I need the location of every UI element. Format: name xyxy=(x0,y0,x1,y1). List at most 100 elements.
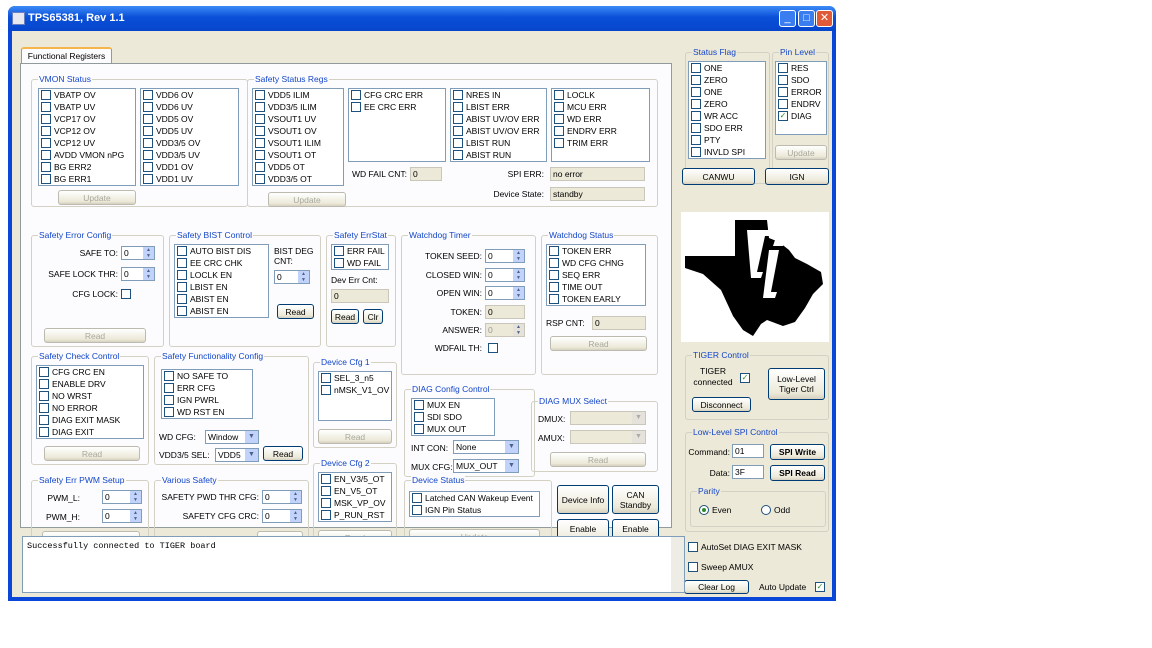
list-item-checkbox[interactable]: P_RUN_RST xyxy=(321,510,385,521)
list-item-checkbox[interactable]: ABIST EN xyxy=(177,294,229,305)
spi-read-button[interactable]: SPI Read xyxy=(770,465,825,481)
cfg-crc-spinner[interactable]: 0 ▲ ▼ xyxy=(262,509,302,523)
list-item-checkbox[interactable]: ONE xyxy=(691,63,722,74)
list-item-checkbox[interactable]: VBATP UV xyxy=(41,102,95,113)
sfc-read-button[interactable]: Read xyxy=(263,446,303,461)
spi-write-button[interactable]: SPI Write xyxy=(770,444,825,460)
list-item-checkbox[interactable]: IGN PWRL xyxy=(164,395,219,406)
list-item-checkbox[interactable]: TOKEN ERR xyxy=(549,246,611,257)
list-item-checkbox[interactable]: ABIST UV/OV ERR xyxy=(453,114,540,125)
log-textarea[interactable]: Successfully connected to TIGER board xyxy=(22,536,685,593)
parity-odd-radio[interactable]: Odd xyxy=(761,505,790,516)
int-con-select[interactable]: None ▼ xyxy=(453,440,519,454)
list-item-checkbox[interactable]: ✓ DIAG xyxy=(778,111,812,122)
list-item-checkbox[interactable]: MUX OUT xyxy=(414,424,466,435)
chevron-down-icon[interactable]: ▼ xyxy=(632,412,645,424)
sweep-amux-checkbox[interactable]: Sweep AMUX xyxy=(688,562,753,573)
list-item-checkbox[interactable]: VSOUT1 OT xyxy=(255,150,316,161)
spinner-arrows-icon[interactable]: ▲ ▼ xyxy=(143,247,154,259)
spinner-arrows-icon[interactable]: ▲ ▼ xyxy=(513,250,524,262)
dmux-select[interactable]: ▼ xyxy=(570,411,646,425)
list-item-checkbox[interactable]: ABIST EN xyxy=(177,306,229,317)
list-item-checkbox[interactable]: WR ACC xyxy=(691,111,738,122)
list-item-checkbox[interactable]: WD FAIL xyxy=(334,258,381,269)
list-item-checkbox[interactable]: VSOUT1 UV xyxy=(255,114,316,125)
chevron-down-icon[interactable]: ▼ xyxy=(245,431,258,443)
list-item-checkbox[interactable]: Latched CAN Wakeup Event xyxy=(412,493,533,504)
list-item-checkbox[interactable]: VSOUT1 ILIM xyxy=(255,138,321,149)
pin-level-update-button[interactable]: Update xyxy=(775,145,827,160)
list-item-checkbox[interactable]: VDD3/5 OV xyxy=(143,138,200,149)
disconnect-button[interactable]: Disconnect xyxy=(692,397,751,412)
list-item-checkbox[interactable]: DIAG EXIT MASK xyxy=(39,415,120,426)
list-item-checkbox[interactable]: BG ERR2 xyxy=(41,162,91,173)
list-item-checkbox[interactable]: AUTO BIST DIS xyxy=(177,246,251,257)
sec-read-button[interactable]: Read xyxy=(44,328,146,343)
list-item-checkbox[interactable]: NO SAFE TO xyxy=(164,371,228,382)
list-item-checkbox[interactable]: MCU ERR xyxy=(554,102,607,113)
mux-cfg-select[interactable]: MUX_OUT ▼ xyxy=(453,459,519,473)
spinner-arrows-icon[interactable]: ▲ ▼ xyxy=(130,510,141,522)
list-item-checkbox[interactable]: EE CRC ERR xyxy=(351,102,416,113)
auto-update-checkbox[interactable]: ✓ xyxy=(815,582,825,592)
pwm-h-spinner[interactable]: 0 ▲ ▼ xyxy=(102,509,142,523)
list-item-checkbox[interactable]: nMSK_V1_OV xyxy=(321,385,389,396)
list-item-checkbox[interactable]: TRIM ERR xyxy=(554,138,608,149)
list-item-checkbox[interactable]: VBATP OV xyxy=(41,90,96,101)
list-item-checkbox[interactable]: ENABLE DRV xyxy=(39,379,106,390)
list-item-checkbox[interactable]: IGN Pin Status xyxy=(412,505,481,516)
list-item-checkbox[interactable]: WD RST EN xyxy=(164,407,225,418)
list-item-checkbox[interactable]: ENDRV ERR xyxy=(554,126,617,137)
token-seed-spinner[interactable]: 0 ▲ ▼ xyxy=(485,249,525,263)
list-item-checkbox[interactable]: ERR FAIL xyxy=(334,246,385,257)
scc-read-button[interactable]: Read xyxy=(44,446,140,461)
list-item-checkbox[interactable]: TIME OUT xyxy=(549,282,603,293)
list-item-checkbox[interactable]: ZERO xyxy=(691,75,728,86)
list-item-checkbox[interactable]: EN_V5_OT xyxy=(321,486,377,497)
list-item-checkbox[interactable]: EE CRC CHK xyxy=(177,258,242,269)
safe-to-spinner[interactable]: 0 ▲ ▼ xyxy=(121,246,155,260)
list-item-checkbox[interactable]: NO ERROR xyxy=(39,403,98,414)
list-item-checkbox[interactable]: PTY xyxy=(691,135,721,146)
list-item-checkbox[interactable]: ONE xyxy=(691,87,722,98)
vdd-sel-select[interactable]: VDD5 ▼ xyxy=(215,448,259,462)
list-item-checkbox[interactable]: CFG CRC EN xyxy=(39,367,105,378)
pwd-thr-spinner[interactable]: 0 ▲ ▼ xyxy=(262,490,302,504)
list-item-checkbox[interactable]: AVDD VMON nPG xyxy=(41,150,124,161)
answer-spinner[interactable]: 0 ▲ ▼ xyxy=(485,323,525,337)
chevron-down-icon[interactable]: ▼ xyxy=(245,449,258,461)
list-item-checkbox[interactable]: RES xyxy=(778,63,808,74)
list-item-checkbox[interactable]: LBIST RUN xyxy=(453,138,510,149)
spinner-arrows-icon[interactable]: ▲ ▼ xyxy=(130,491,141,503)
tiger-connected-checkbox[interactable]: ✓ xyxy=(740,373,750,383)
list-item-checkbox[interactable]: ERROR xyxy=(778,87,822,98)
list-item-checkbox[interactable]: WD ERR xyxy=(554,114,601,125)
spinner-arrows-icon[interactable]: ▲ ▼ xyxy=(290,510,301,522)
list-item-checkbox[interactable]: EN_V3/5_OT xyxy=(321,474,385,485)
list-item-checkbox[interactable]: MSK_VP_OV xyxy=(321,498,386,509)
device-info-button[interactable]: Device Info xyxy=(557,485,609,514)
list-item-checkbox[interactable]: LBIST ERR xyxy=(453,102,510,113)
list-item-checkbox[interactable]: ERR CFG xyxy=(164,383,215,394)
list-item-checkbox[interactable]: VCP17 OV xyxy=(41,114,96,125)
dc1-read-button[interactable]: Read xyxy=(318,429,392,444)
list-item-checkbox[interactable]: ENDRV xyxy=(778,99,821,110)
wds-read-button[interactable]: Read xyxy=(550,336,647,351)
list-item-checkbox[interactable]: VDD5 ILIM xyxy=(255,90,310,101)
list-item-checkbox[interactable]: ABIST RUN xyxy=(453,150,511,161)
close-button[interactable]: ✕ xyxy=(816,10,833,27)
list-item-checkbox[interactable]: NO WRST xyxy=(39,391,92,402)
spinner-arrows-icon[interactable]: ▲ ▼ xyxy=(513,287,524,299)
list-item-checkbox[interactable]: VDD3/5 UV xyxy=(143,150,200,161)
list-item-checkbox[interactable]: VCP12 UV xyxy=(41,138,95,149)
spinner-arrows-icon[interactable]: ▲ ▼ xyxy=(143,268,154,280)
spinner-arrows-icon[interactable]: ▲ ▼ xyxy=(513,324,524,336)
autoset-diag-exit-mask-checkbox[interactable]: AutoSet DIAG EXIT MASK xyxy=(688,542,802,553)
chevron-down-icon[interactable]: ▼ xyxy=(632,431,645,443)
ign-button[interactable]: IGN xyxy=(765,168,829,185)
closed-win-spinner[interactable]: 0 ▲ ▼ xyxy=(485,268,525,282)
list-item-checkbox[interactable]: SEQ ERR xyxy=(549,270,600,281)
log-scrollbar[interactable] xyxy=(671,537,684,592)
parity-even-radio[interactable]: Even xyxy=(699,505,731,516)
bist-deg-cnt-spinner[interactable]: 0 ▲ ▼ xyxy=(274,270,310,284)
